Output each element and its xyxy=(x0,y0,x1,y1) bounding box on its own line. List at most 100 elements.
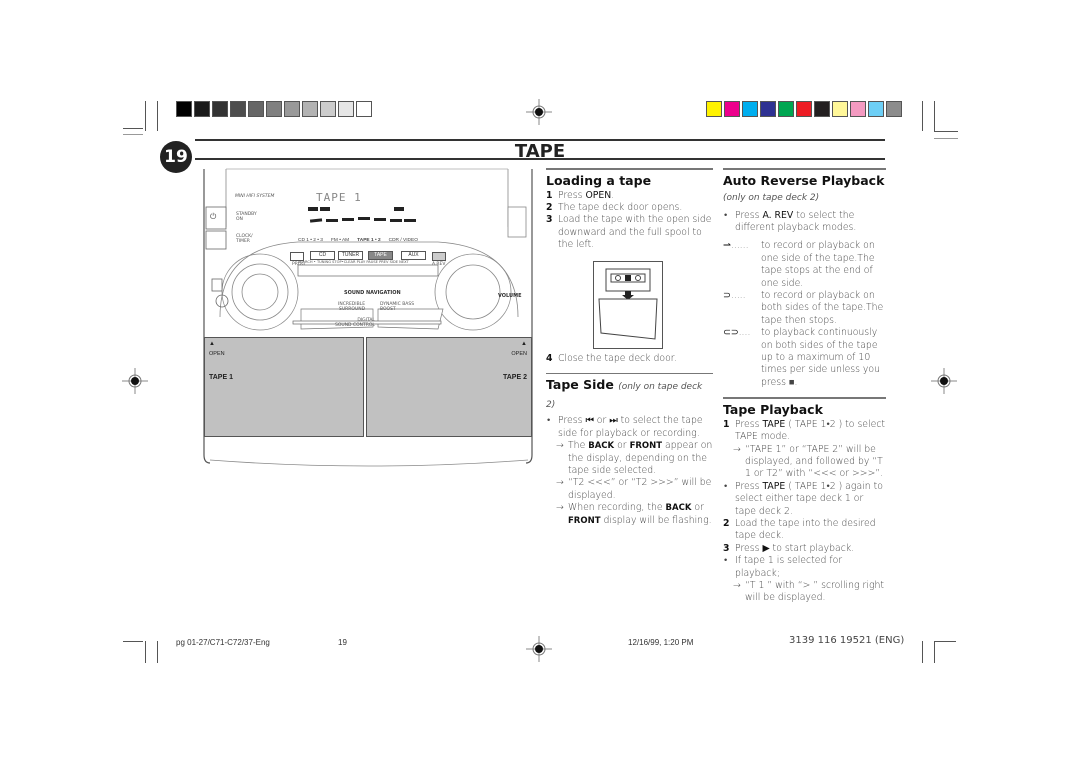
color-swatch xyxy=(194,101,210,117)
crop-mark xyxy=(157,101,158,131)
arrow-icon: → xyxy=(733,579,741,591)
step-number: 3 xyxy=(723,542,730,554)
step-number: 1 xyxy=(723,418,730,430)
color-swatch xyxy=(212,101,228,117)
both-sides-icon: ⊃ xyxy=(723,289,731,301)
result-text: The xyxy=(568,440,589,452)
source-button-tape[interactable]: TAPE xyxy=(368,251,393,260)
color-swatch xyxy=(724,101,740,117)
standby-label: STANDBY ON xyxy=(236,212,257,222)
arrow-icon: → xyxy=(733,443,741,455)
result-keyword: FRONT xyxy=(568,515,601,526)
section-rule xyxy=(546,372,713,375)
crop-mark xyxy=(922,101,923,131)
tape1-label: TAPE 1 xyxy=(209,374,233,381)
registration-mark-icon xyxy=(526,636,552,662)
tape-deck-2-door[interactable]: ▲ OPEN TAPE 2 xyxy=(366,337,532,437)
crop-mark xyxy=(123,128,143,129)
footer-datetime: 12/16/99, 1:20 PM xyxy=(628,638,694,647)
playback-mode-item: ⊂⊃.... to playback continuously on both s… xyxy=(723,327,886,389)
mode-dots: .... xyxy=(738,327,751,339)
step-text: Close the tape deck door. xyxy=(558,352,677,364)
crop-mark xyxy=(145,101,146,131)
playback-result: → “T 1 ” with “> ” scrolling right will b… xyxy=(723,580,886,605)
color-swatch xyxy=(230,101,246,117)
tape-side-heading: Tape Side (only on tape deck 2) xyxy=(546,377,713,413)
color-swatch xyxy=(706,101,722,117)
crop-mark xyxy=(934,131,958,132)
step-text: . xyxy=(611,189,615,201)
eject-icon: ▲ xyxy=(521,341,527,347)
color-swatch xyxy=(778,101,794,117)
playback-step: 1 Press TAPE ( TAPE 1•2 ) to select TAPE … xyxy=(723,419,886,444)
tape-side-result: → When recording, the BACK or FRONT displ… xyxy=(546,502,713,527)
result-text: When recording, the xyxy=(568,502,666,514)
playback-bullet: • If tape 1 is selected for playback; xyxy=(724,555,843,579)
tape-side-bullet: • Press ⏮ or ⏭ to select the tape side fo… xyxy=(547,415,703,439)
bullet-keyword: A. REV xyxy=(762,209,794,221)
auto-reverse-bullet: • Press A. REV to select the different pl… xyxy=(724,209,857,233)
source-button-cd[interactable]: CD xyxy=(310,251,335,260)
source-button-tuner[interactable]: TUNER xyxy=(338,251,363,260)
mode-text: to record or playback on one side of the… xyxy=(761,240,875,289)
loading-step: 4 Close the tape deck door. xyxy=(546,353,713,365)
loading-heading: Loading a tape xyxy=(546,172,652,188)
source-label: TAPE 1 • 2 xyxy=(357,238,381,243)
mode-dots: ...... xyxy=(730,240,749,252)
color-swatch xyxy=(760,101,776,117)
color-swatch xyxy=(320,101,336,117)
result-text: “T 1 ” with “> ” scrolling right will be… xyxy=(745,579,885,604)
color-swatch xyxy=(356,101,372,117)
tape-side-result: → The BACK or FRONT appear on the display… xyxy=(546,440,713,477)
arev-button[interactable] xyxy=(432,252,446,261)
step-text: Press xyxy=(735,418,763,430)
step-text: Press xyxy=(558,189,586,201)
source-button-aux[interactable]: AUX xyxy=(401,251,426,260)
mode-text: to record or playback on both sides of t… xyxy=(761,289,884,326)
incredible-surround-label: INCREDIBLE SURROUND xyxy=(338,302,366,312)
play-icon: ▶ xyxy=(762,542,770,554)
bullet-text: Press xyxy=(735,480,763,492)
section-rule xyxy=(723,168,886,170)
standby-button[interactable]: ⏻ xyxy=(210,212,216,222)
footer-code: 3139 116 19521 (ENG) xyxy=(789,635,905,646)
arrow-icon: → xyxy=(556,502,564,514)
color-swatch xyxy=(886,101,902,117)
playback-mode-item: ⇀...... to record or playback on one side… xyxy=(723,240,886,290)
volume-label: VOLUME xyxy=(498,293,522,299)
column-middle: Loading a tape 1 Press OPEN. 2 The tape de… xyxy=(546,168,713,527)
crop-mark xyxy=(123,134,143,135)
sound-navigation-label: SOUND NAVIGATION xyxy=(344,290,401,296)
step-number: 2 xyxy=(723,517,730,529)
crop-mark xyxy=(922,641,923,663)
tape-deck-1-door[interactable]: ▲ OPEN TAPE 1 xyxy=(204,337,364,437)
clock-timer-label: CLOCK/ TIMER xyxy=(236,234,253,244)
crop-mark xyxy=(145,641,146,663)
registration-mark-icon xyxy=(122,368,148,394)
result-text: “T2 <<<” or “T2 >>>” will be displayed. xyxy=(568,477,712,501)
result-text: “TAPE 1” or “TAPE 2” will be displayed, … xyxy=(745,443,884,480)
section-rule xyxy=(546,168,713,170)
heading-text: Auto Reverse Playback xyxy=(723,172,885,188)
brand-label: MINI HIFI SYSTEM xyxy=(235,194,275,199)
loading-step: 2 The tape deck door opens. xyxy=(546,202,713,214)
source-label: FM • AM xyxy=(330,238,350,243)
next-icon: ⏭ xyxy=(609,415,618,427)
bullet-keyword: TAPE xyxy=(762,480,786,492)
step-number: 4 xyxy=(546,352,553,364)
source-label: CD 1 • 2 • 3 xyxy=(298,238,323,243)
page-number-badge: 19 xyxy=(160,141,192,173)
result-text: or xyxy=(614,440,630,452)
registration-mark-icon xyxy=(526,99,552,125)
heading-text: Tape Side xyxy=(546,377,614,393)
color-swatch xyxy=(742,101,758,117)
device-illustration: MINI HIFI SYSTEM STANDBY ON CLOCK/ TIMER… xyxy=(198,167,538,467)
color-swatch xyxy=(266,101,282,117)
open-label: OPEN xyxy=(511,351,527,357)
step-text: Load the tape into the desired tape deck… xyxy=(735,517,876,542)
step-text: Load the tape with the open side downwar… xyxy=(558,214,712,251)
crop-mark xyxy=(934,138,958,139)
column-right: Auto Reverse Playback (only on tape deck… xyxy=(723,168,886,605)
section-rule xyxy=(723,397,886,399)
result-keyword: BACK xyxy=(665,503,692,514)
